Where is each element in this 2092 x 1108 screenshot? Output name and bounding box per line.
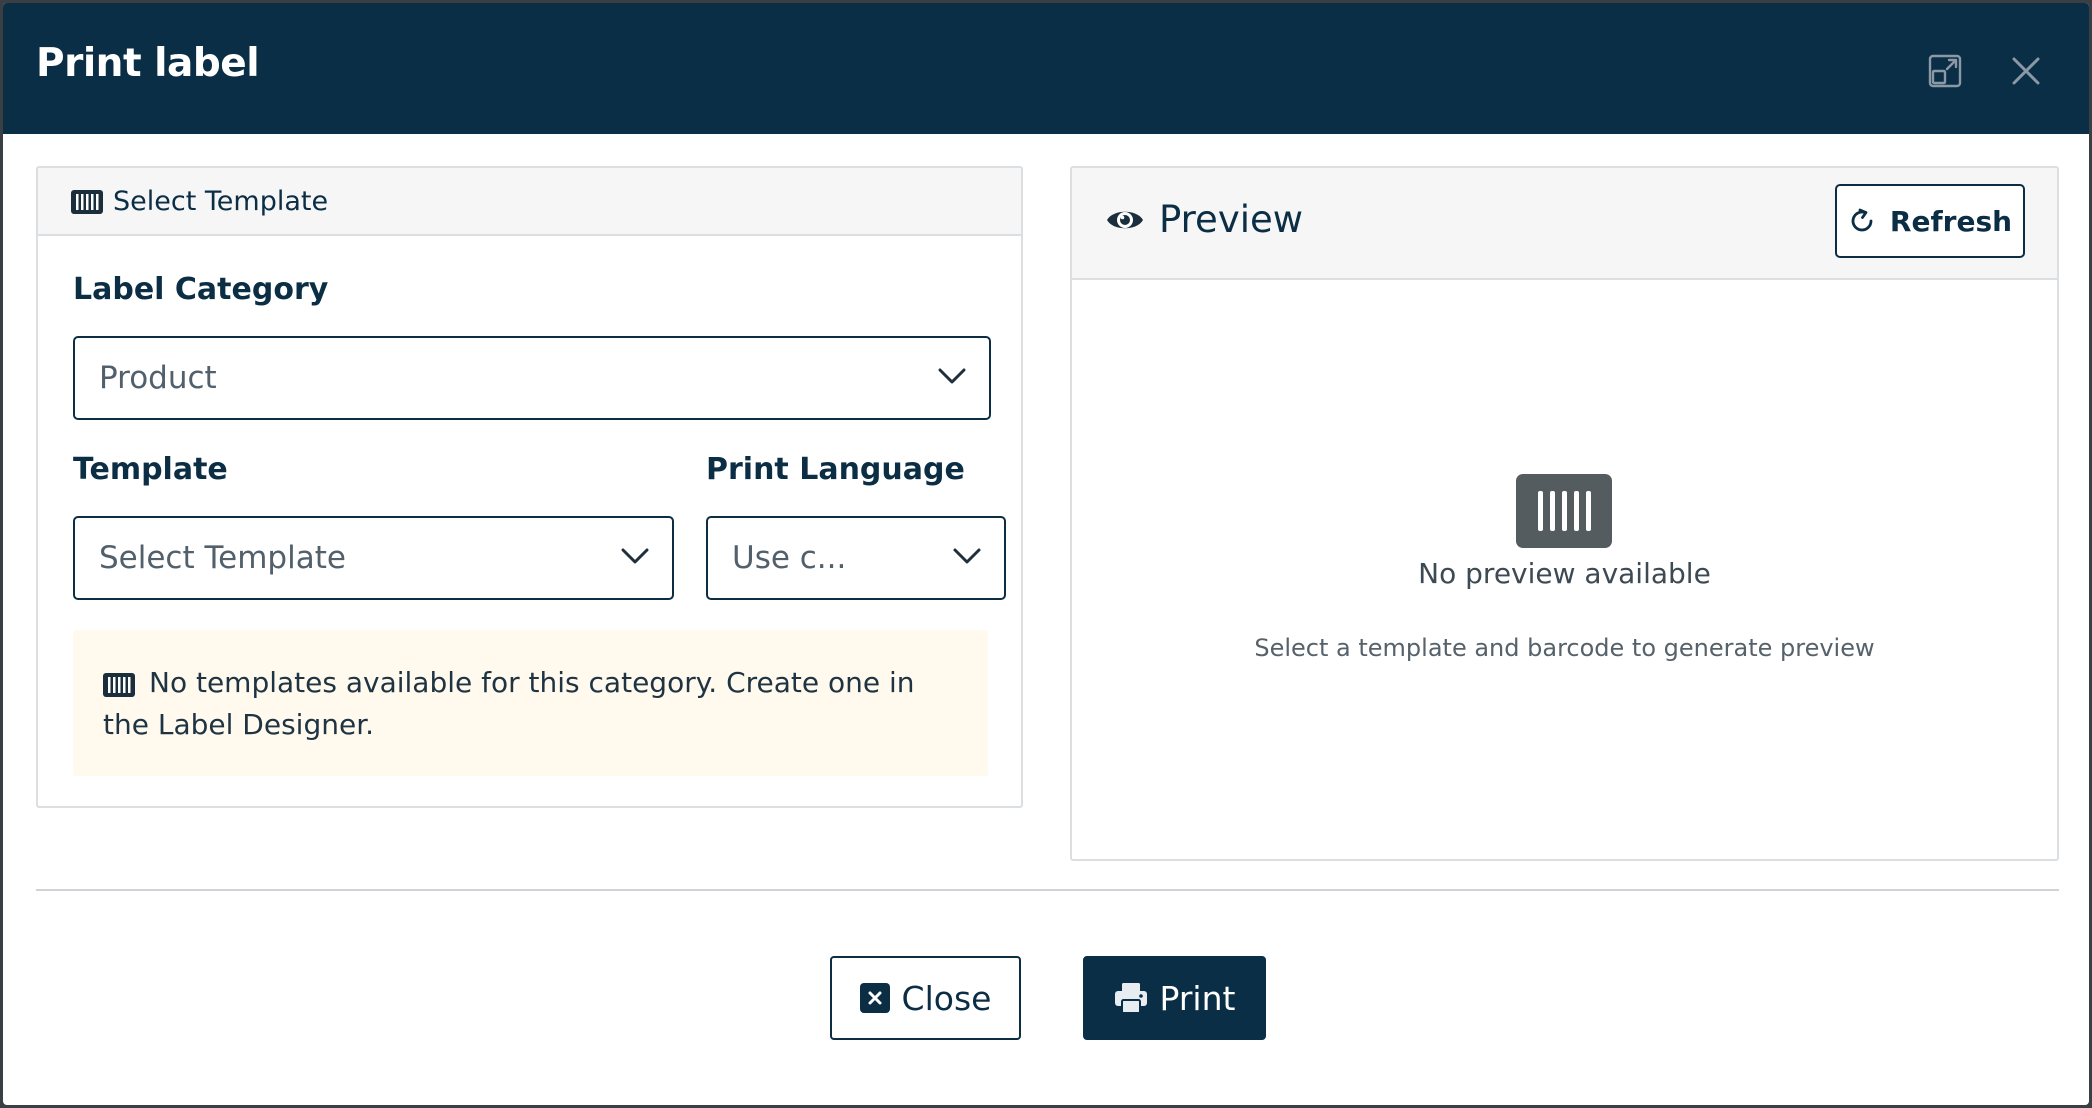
print-language-value: Use c...	[732, 540, 847, 576]
expand-icon	[1928, 54, 1962, 88]
footer-divider	[36, 889, 2059, 891]
barcode-icon	[103, 673, 135, 697]
preview-heading: Preview	[1105, 198, 1303, 241]
select-template-title: Select Template	[113, 186, 329, 217]
no-templates-notice-text: No templates available for this category…	[103, 666, 915, 741]
print-button[interactable]: Print	[1083, 956, 1266, 1040]
template-label: Template	[73, 452, 228, 487]
close-button[interactable]: Close	[830, 956, 1021, 1040]
refresh-icon	[1851, 208, 1873, 232]
chevron-down-icon	[953, 548, 981, 564]
eye-icon	[1107, 211, 1143, 228]
select-template-card-header: Select Template	[38, 168, 1021, 236]
template-select[interactable]: Select Template	[73, 516, 674, 600]
select-template-card: Select Template Label Category Product T…	[36, 166, 1023, 808]
label-category-label: Label Category	[73, 272, 329, 307]
select-template-heading: Select Template	[71, 186, 328, 217]
printer-icon	[1114, 983, 1147, 1014]
close-square-icon	[859, 983, 890, 1013]
expand-button[interactable]	[1925, 51, 1965, 91]
print-language-label: Print Language	[706, 452, 965, 487]
preview-card: Preview Refresh No preview available Sel…	[1070, 166, 2059, 861]
close-icon	[2012, 57, 2040, 85]
chevron-down-icon	[621, 548, 649, 564]
barcode-icon	[1516, 474, 1612, 548]
refresh-label: Refresh	[1889, 204, 2013, 238]
print-label-modal: Print label Select Template Label Catego…	[3, 3, 2089, 1105]
print-language-select[interactable]: Use c...	[706, 516, 1006, 600]
close-label: Close	[901, 978, 992, 1018]
modal-header: Print label	[3, 3, 2089, 134]
print-label: Print	[1159, 978, 1236, 1018]
chevron-down-icon	[938, 368, 966, 384]
template-value: Select Template	[99, 540, 346, 576]
modal-title: Print label	[36, 41, 260, 86]
barcode-icon	[71, 189, 103, 214]
no-preview-title: No preview available	[1418, 557, 1711, 590]
label-category-select[interactable]: Product	[73, 336, 991, 420]
preview-card-header: Preview Refresh	[1072, 168, 2057, 280]
no-preview-subtitle: Select a template and barcode to generat…	[1254, 634, 1875, 662]
refresh-button[interactable]: Refresh	[1835, 184, 2025, 258]
preview-title: Preview	[1159, 198, 1304, 241]
no-templates-notice: No templates available for this category…	[73, 630, 988, 776]
label-category-value: Product	[99, 360, 217, 396]
modal-close-button[interactable]	[2006, 51, 2046, 91]
